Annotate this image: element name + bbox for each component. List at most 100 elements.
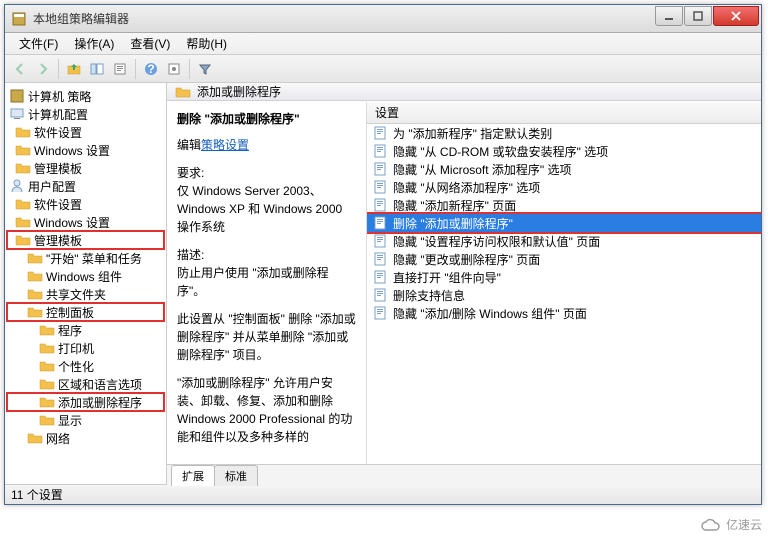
tree-network[interactable]: 网络 (7, 429, 164, 447)
status-text: 11 个设置 (11, 486, 63, 503)
req-text: 仅 Windows Server 2003、Windows XP 和 Windo… (177, 184, 342, 234)
setting-label: 隐藏 "添加新程序" 页面 (393, 197, 516, 214)
setting-row[interactable]: 隐藏 "从网络添加程序" 选项 (367, 178, 761, 196)
setting-label: 删除 "添加或删除程序" (393, 215, 513, 232)
tree-pane[interactable]: 计算机 策略 计算机配置 软件设置 Windows 设置 管理模板 用户配置 软… (5, 83, 167, 484)
setting-label: 隐藏 "添加/删除 Windows 组件" 页面 (393, 305, 587, 322)
folder-icon (27, 286, 43, 302)
tree-control-panel[interactable]: 控制面板 (7, 303, 164, 321)
policy-item-icon (373, 233, 389, 249)
tree-win-comp[interactable]: Windows 组件 (7, 267, 164, 285)
tree-u-software[interactable]: 软件设置 (7, 195, 164, 213)
setting-row[interactable]: 删除 "添加或删除程序" (367, 214, 761, 232)
help-button[interactable]: ? (140, 58, 162, 80)
folder-icon (15, 196, 31, 212)
svg-text:?: ? (147, 62, 154, 76)
setting-row[interactable]: 隐藏 "更改或删除程序" 页面 (367, 250, 761, 268)
settings-list[interactable]: 为 "添加新程序" 指定默认类别隐藏 "从 CD-ROM 或软盘安装程序" 选项… (367, 124, 761, 464)
policy-item-icon (373, 197, 389, 213)
tree-root[interactable]: 计算机 策略 (7, 87, 164, 105)
forward-button[interactable] (32, 58, 54, 80)
statusbar: 11 个设置 (5, 484, 761, 504)
req-label: 要求: (177, 166, 204, 180)
app-icon (11, 11, 27, 27)
body: 计算机 策略 计算机配置 软件设置 Windows 设置 管理模板 用户配置 软… (5, 83, 761, 484)
content-body: 删除 "添加或删除程序" 编辑策略设置 要求:仅 Windows Server … (167, 101, 761, 464)
menu-help[interactable]: 帮助(H) (178, 33, 235, 54)
policy-item-icon (373, 305, 389, 321)
tree-u-windows[interactable]: Windows 设置 (7, 213, 164, 231)
list-column-header[interactable]: 设置 (367, 102, 761, 124)
window-title: 本地组策略编辑器 (33, 10, 654, 27)
policy-icon (9, 88, 25, 104)
setting-row[interactable]: 隐藏 "从 Microsoft 添加程序" 选项 (367, 160, 761, 178)
edit-policy-link[interactable]: 策略设置 (201, 138, 249, 152)
setting-label: 删除支持信息 (393, 287, 465, 304)
setting-row[interactable]: 隐藏 "设置程序访问权限和默认值" 页面 (367, 232, 761, 250)
tree-printers[interactable]: 打印机 (7, 339, 164, 357)
policy-item-icon (373, 125, 389, 141)
tree-personalize[interactable]: 个性化 (7, 357, 164, 375)
tree-shared[interactable]: 共享文件夹 (7, 285, 164, 303)
settings-list-pane: 设置 为 "添加新程序" 指定默认类别隐藏 "从 CD-ROM 或软盘安装程序"… (367, 102, 761, 464)
tree-region[interactable]: 区域和语言选项 (7, 375, 164, 393)
tree-computer-config[interactable]: 计算机配置 (7, 105, 164, 123)
watermark: 亿速云 (700, 516, 762, 533)
tree-user-config[interactable]: 用户配置 (7, 177, 164, 195)
folder-icon (39, 340, 55, 356)
policy-item-icon (373, 179, 389, 195)
setting-label: 隐藏 "从 Microsoft 添加程序" 选项 (393, 161, 572, 178)
titlebar: 本地组策略编辑器 (5, 5, 761, 33)
setting-label: 隐藏 "更改或删除程序" 页面 (393, 251, 540, 268)
toolbar-sep-3 (189, 59, 190, 79)
setting-row[interactable]: 直接打开 "组件向导" (367, 268, 761, 286)
setting-row[interactable]: 隐藏 "添加新程序" 页面 (367, 196, 761, 214)
up-button[interactable] (63, 58, 85, 80)
setting-row[interactable]: 隐藏 "从 CD-ROM 或软盘安装程序" 选项 (367, 142, 761, 160)
folder-icon (27, 250, 43, 266)
content-pane: 添加或删除程序 删除 "添加或删除程序" 编辑策略设置 要求:仅 Windows… (167, 83, 761, 484)
tree-add-remove[interactable]: 添加或删除程序 (7, 393, 164, 411)
desc-label: 描述: (177, 248, 204, 262)
filter-button[interactable] (194, 58, 216, 80)
tree-c-admin[interactable]: 管理模板 (7, 159, 164, 177)
setting-row[interactable]: 为 "添加新程序" 指定默认类别 (367, 124, 761, 142)
tree-start-menu[interactable]: "开始" 菜单和任务 (7, 249, 164, 267)
close-button[interactable] (713, 6, 759, 26)
tree-u-admin[interactable]: 管理模板 (7, 231, 164, 249)
tree-display[interactable]: 显示 (7, 411, 164, 429)
menu-action[interactable]: 操作(A) (66, 33, 122, 54)
folder-icon (27, 430, 43, 446)
tree-c-windows[interactable]: Windows 设置 (7, 141, 164, 159)
back-button[interactable] (9, 58, 31, 80)
properties-button[interactable] (109, 58, 131, 80)
app-window: 本地组策略编辑器 文件(F) 操作(A) 查看(V) 帮助(H) ? 计算机 策… (4, 4, 762, 505)
setting-row[interactable]: 删除支持信息 (367, 286, 761, 304)
tab-extended[interactable]: 扩展 (171, 465, 215, 486)
folder-icon (27, 268, 43, 284)
user-icon (9, 178, 25, 194)
menubar: 文件(F) 操作(A) 查看(V) 帮助(H) (5, 33, 761, 55)
desc-para1: 此设置从 "控制面板" 删除 "添加或删除程序" 并从菜单删除 "添加或删除程序… (177, 310, 356, 364)
setting-label: 隐藏 "从 CD-ROM 或软盘安装程序" 选项 (393, 143, 608, 160)
tree-programs[interactable]: 程序 (7, 321, 164, 339)
cloud-icon (700, 518, 722, 532)
show-hide-tree-button[interactable] (86, 58, 108, 80)
tabs-bar: 扩展 标准 (167, 464, 761, 486)
menu-view[interactable]: 查看(V) (122, 33, 178, 54)
policy-item-icon (373, 143, 389, 159)
setting-label: 隐藏 "从网络添加程序" 选项 (393, 179, 540, 196)
tree-c-software[interactable]: 软件设置 (7, 123, 164, 141)
setting-label: 直接打开 "组件向导" (393, 269, 501, 286)
policy-item-icon (373, 161, 389, 177)
maximize-button[interactable] (684, 6, 712, 26)
folder-icon (27, 304, 43, 320)
folder-icon (175, 84, 191, 100)
options-button[interactable] (163, 58, 185, 80)
description-pane: 删除 "添加或删除程序" 编辑策略设置 要求:仅 Windows Server … (167, 102, 367, 464)
content-header: 添加或删除程序 (167, 83, 761, 101)
setting-row[interactable]: 隐藏 "添加/删除 Windows 组件" 页面 (367, 304, 761, 322)
menu-file[interactable]: 文件(F) (11, 33, 66, 54)
minimize-button[interactable] (655, 6, 683, 26)
tab-standard[interactable]: 标准 (214, 465, 258, 486)
